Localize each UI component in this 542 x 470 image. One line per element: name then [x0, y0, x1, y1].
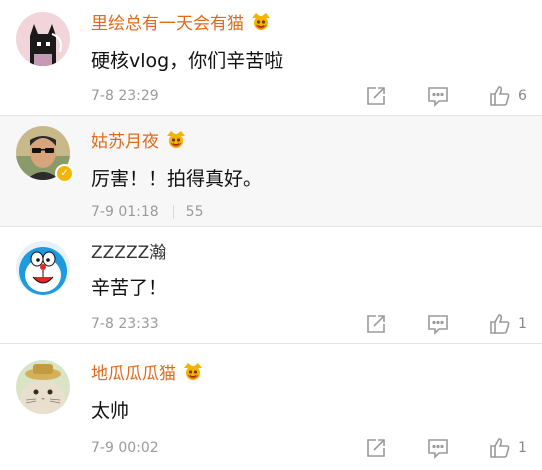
comment-item: 里绘总有一天会有猫 硬核vlog，你们辛苦啦 7-8 23:29 6 — [0, 0, 542, 116]
comment-meta: 7-9 01:18 55 — [91, 204, 204, 220]
avatar[interactable] — [16, 12, 70, 66]
share-icon[interactable] — [364, 84, 388, 108]
cat-with-hat-avatar-icon — [16, 360, 70, 414]
comment-icon[interactable] — [426, 84, 450, 108]
verified-badge-icon: ✓ — [55, 164, 74, 183]
thumbs-up-icon[interactable] — [488, 312, 512, 336]
comment-text: 太帅 — [91, 400, 130, 422]
thumbs-up-icon[interactable] — [488, 84, 512, 108]
share-icon[interactable] — [364, 312, 388, 336]
crown-badge-icon — [250, 11, 272, 31]
comment-meta: 7-9 00:02 — [91, 440, 159, 456]
crown-badge-icon — [165, 129, 187, 149]
action-bar: 1 — [364, 436, 528, 460]
comment-item: ZZZZZ瀚 辛苦了！ 7-8 23:33 1 — [0, 227, 542, 344]
action-bar: 1 — [364, 312, 528, 336]
username-row: 里绘总有一天会有猫 — [91, 8, 272, 34]
avatar[interactable] — [16, 360, 70, 414]
share-icon[interactable] — [364, 436, 388, 460]
username-row: 地瓜瓜瓜猫 — [91, 358, 204, 384]
avatar[interactable] — [16, 241, 70, 295]
username[interactable]: ZZZZZ瀚 — [91, 238, 166, 263]
like-count: 1 — [518, 440, 527, 456]
like-count: 6 — [518, 88, 527, 104]
username-row: 姑苏月夜 — [91, 126, 187, 152]
comment-text: 厉害！！拍得真好。 — [91, 168, 263, 190]
doraemon-avatar-icon — [16, 241, 70, 295]
comment-date: 7-9 00:02 — [91, 440, 159, 456]
comment-icon[interactable] — [426, 436, 450, 460]
like-count: 1 — [518, 316, 527, 332]
comment-meta: 7-8 23:29 — [91, 88, 159, 104]
comment-text: 硬核vlog，你们辛苦啦 — [91, 50, 284, 72]
comment-meta: 7-8 23:33 — [91, 316, 159, 332]
username[interactable]: 姑苏月夜 — [91, 127, 159, 152]
comment-date: 7-8 23:33 — [91, 316, 159, 332]
like-count: 55 — [185, 204, 204, 220]
cat-girl-avatar-icon — [16, 12, 70, 66]
comment-date: 7-9 01:18 — [91, 204, 159, 220]
divider — [172, 205, 174, 219]
comment-date: 7-8 23:29 — [91, 88, 159, 104]
username-row: ZZZZZ瀚 — [91, 237, 166, 263]
comment-item: ✓ 姑苏月夜 厉害！！拍得真好。 7-9 01:18 55 — [0, 116, 542, 227]
username[interactable]: 地瓜瓜瓜猫 — [91, 359, 176, 384]
crown-badge-icon — [182, 361, 204, 381]
comment-text: 辛苦了！ — [91, 277, 168, 299]
comment-icon[interactable] — [426, 312, 450, 336]
action-bar: 6 — [364, 84, 528, 108]
username[interactable]: 里绘总有一天会有猫 — [91, 9, 244, 34]
comment-item: 地瓜瓜瓜猫 太帅 7-9 00:02 1 — [0, 344, 542, 470]
thumbs-up-icon[interactable] — [488, 436, 512, 460]
